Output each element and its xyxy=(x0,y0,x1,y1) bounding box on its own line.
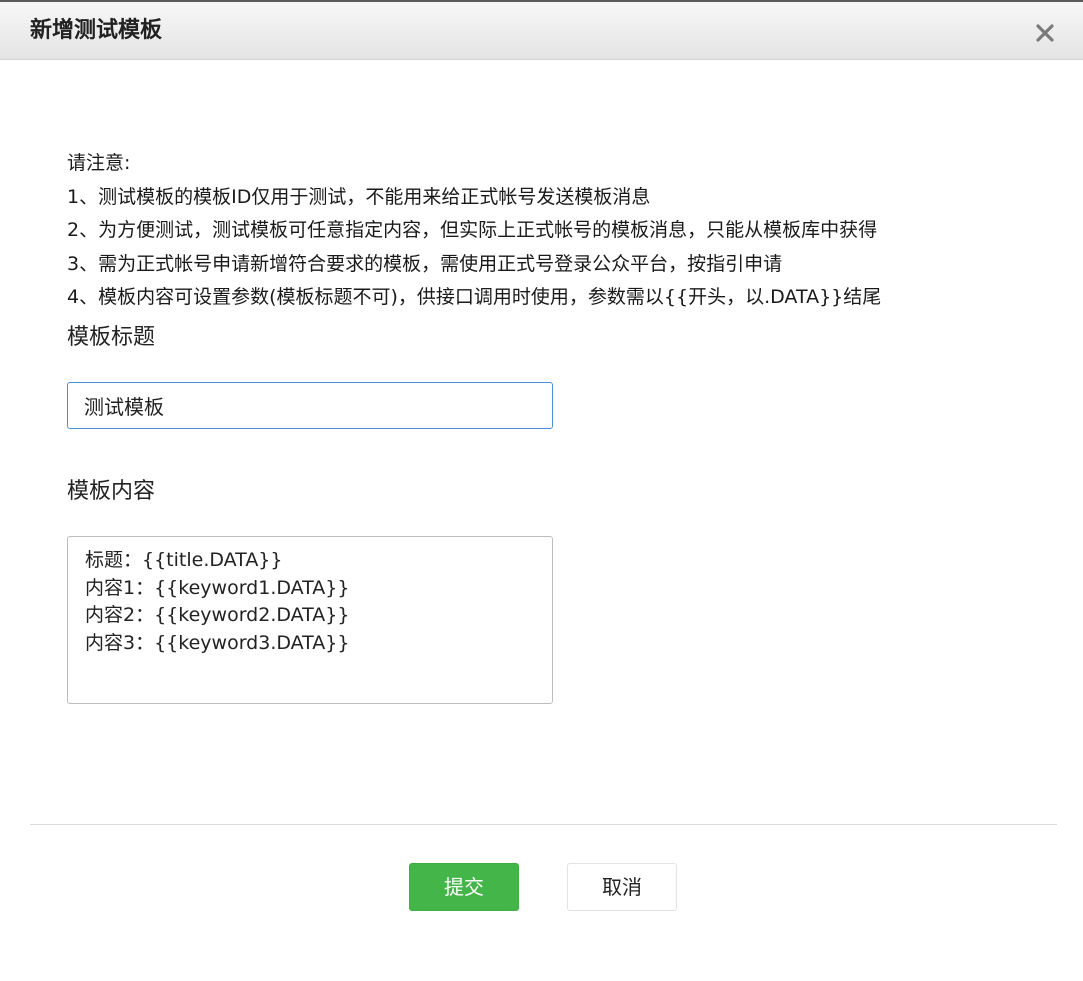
content-line: 内容2：{{keyword2.DATA}} xyxy=(85,604,350,626)
notice-item: 2、为方便测试，测试模板可任意指定内容，但实际上正式帐号的模板消息，只能从模板库… xyxy=(67,219,878,241)
template-content-label: 模板内容 xyxy=(67,479,156,504)
template-title-label: 模板标题 xyxy=(67,325,156,350)
notice-block: 请注意: 1、测试模板的模板ID仅用于测试，不能用来给正式帐号发送模板消息 2、… xyxy=(67,147,881,315)
dialog-header: 新增测试模板 xyxy=(0,2,1083,60)
content-line: 标题：{{title.DATA}} xyxy=(85,549,283,571)
content-line: 内容1：{{keyword1.DATA}} xyxy=(85,576,350,599)
notice-item: 4、模板内容可设置参数(模板标题不可)，供接口调用时使用，参数需以{{开头，以.… xyxy=(67,286,882,308)
notice-item: 1、测试模板的模板ID仅用于测试，不能用来给正式帐号发送模板消息 xyxy=(67,185,651,208)
dialog-title: 新增测试模板 xyxy=(30,18,163,43)
template-title-input[interactable] xyxy=(67,382,553,429)
template-content-textarea[interactable]: 标题：{{title.DATA}} 内容1：{{keyword1.DATA}} … xyxy=(67,536,553,704)
cancel-button[interactable]: 取消 xyxy=(567,863,677,911)
content-line: 内容3：{{keyword3.DATA}} xyxy=(85,631,350,654)
close-icon-glyph xyxy=(1036,24,1054,42)
close-icon[interactable] xyxy=(1029,16,1061,48)
add-test-template-dialog: 新增测试模板 请注意: 1、测试模板的模板ID仅用于测试，不能用来给正式帐号发送… xyxy=(0,0,1083,981)
submit-button[interactable]: 提交 xyxy=(409,863,519,911)
footer-divider xyxy=(30,824,1057,825)
notice-item: 3、需为正式帐号申请新增符合要求的模板，需使用正式号登录公众平台，按指引申请 xyxy=(67,252,783,275)
notice-heading: 请注意: xyxy=(67,152,131,174)
